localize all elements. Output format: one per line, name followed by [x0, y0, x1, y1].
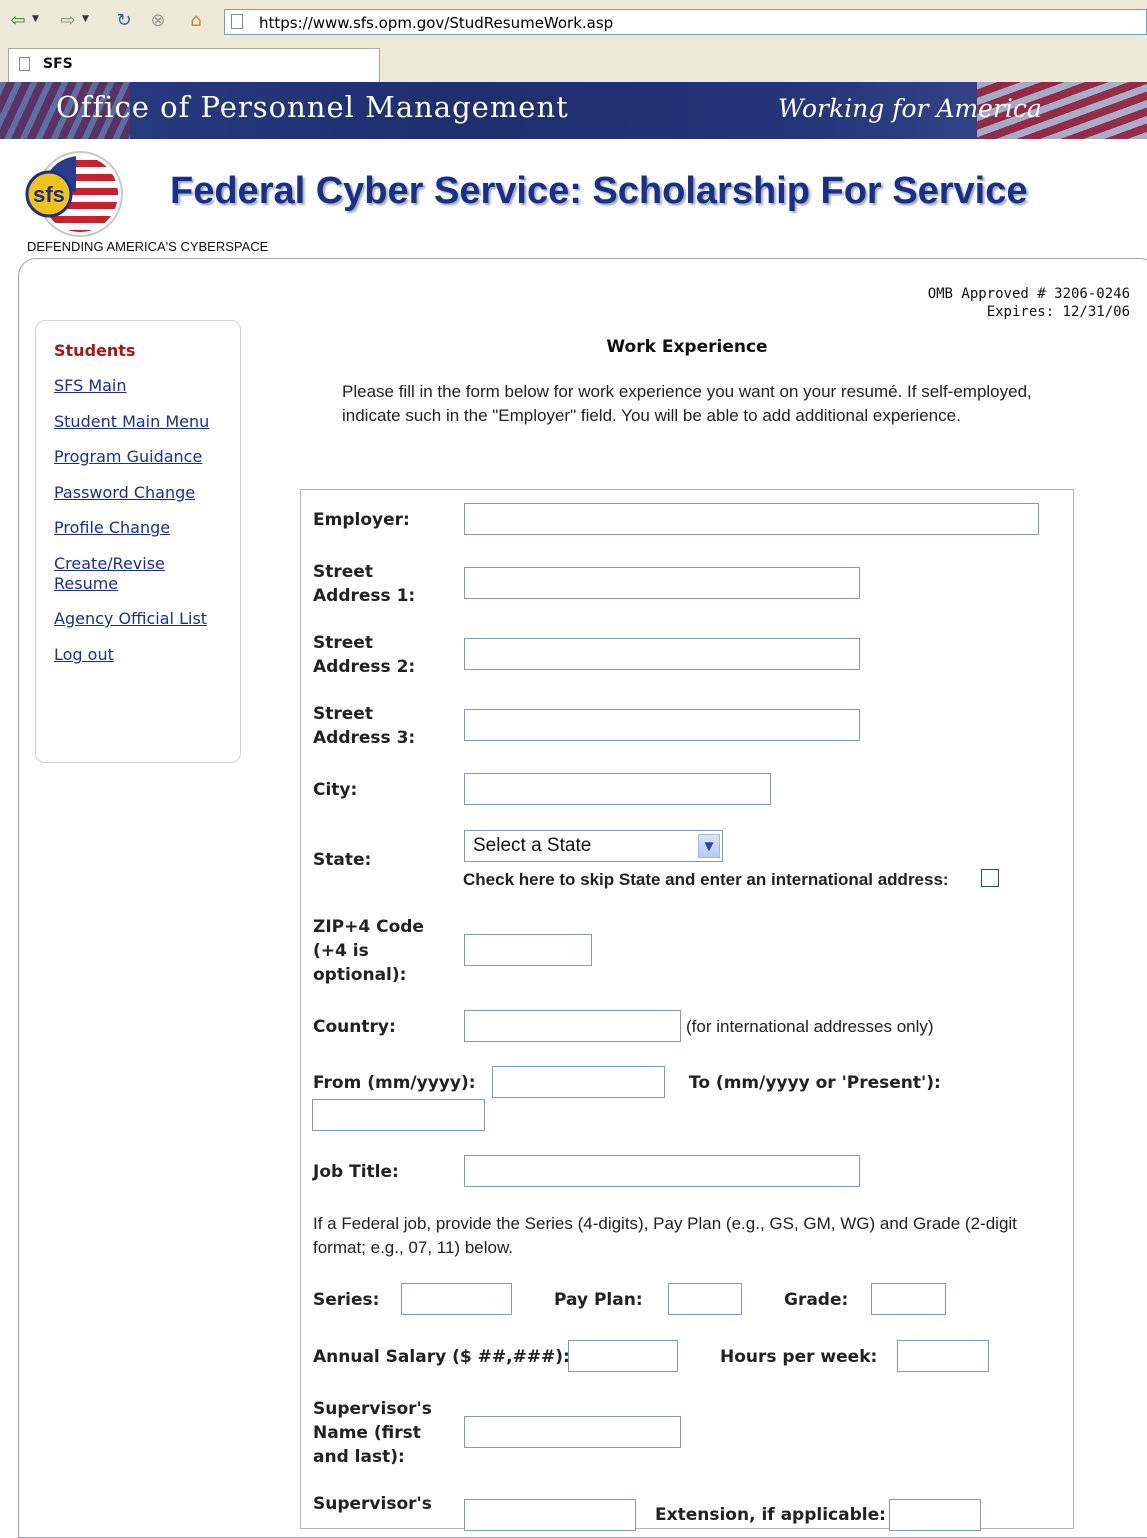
from-date-label: From (mm/yyyy):	[313, 1073, 476, 1093]
sfs-logo[interactable]: sfs	[18, 148, 128, 238]
street-address-3-input[interactable]	[464, 709, 860, 741]
supervisor-phone-input[interactable]	[464, 1499, 636, 1531]
international-check-label: Check here to skip State and enter an in…	[463, 870, 949, 889]
city-label: City:	[313, 780, 358, 800]
state-select[interactable]: Select a State ▼	[464, 830, 723, 862]
country-label: Country:	[313, 1017, 396, 1037]
series-input[interactable]	[401, 1283, 512, 1315]
pay-plan-input[interactable]	[668, 1283, 742, 1315]
address-bar[interactable]: https://www.sfs.opm.gov/StudResumeWork.a…	[224, 9, 1147, 35]
employer-label: Employer:	[313, 510, 410, 530]
from-date-input[interactable]	[492, 1066, 665, 1098]
zip-input[interactable]	[464, 934, 592, 966]
omb-approved: OMB Approved # 3206-0246	[927, 286, 1130, 302]
browser-tab[interactable]: SFS	[8, 48, 380, 82]
tab-title: SFS	[43, 56, 73, 72]
job-title-input[interactable]	[464, 1155, 860, 1187]
sidebar-item-log-out[interactable]: Log out	[54, 645, 234, 665]
state-label: State:	[313, 850, 372, 870]
zip-label: ZIP+4 Code (+4 is optional):	[313, 917, 424, 985]
country-note: (for international addresses only)	[686, 1017, 934, 1036]
home-icon[interactable]: ⌂	[184, 10, 208, 32]
street-address-2-input[interactable]	[464, 638, 860, 670]
sidebar-item-sfs-main[interactable]: SFS Main	[54, 376, 234, 396]
street-address-1-input[interactable]	[464, 567, 860, 599]
opm-banner: Office of Personnel Management Working f…	[0, 82, 1147, 139]
street-address-3-label: Street Address 3:	[313, 704, 416, 748]
sidebar-item-student-main-menu[interactable]: Student Main Menu	[54, 412, 234, 432]
back-dropdown-icon[interactable]: ▼	[32, 14, 39, 24]
page-icon	[231, 14, 243, 29]
extension-label: Extension, if applicable:	[655, 1505, 886, 1525]
country-input[interactable]	[464, 1010, 681, 1042]
hours-per-week-input[interactable]	[897, 1340, 989, 1372]
series-label: Series:	[313, 1290, 380, 1310]
sidebar-item-profile-change[interactable]: Profile Change	[54, 518, 234, 538]
annual-salary-input[interactable]	[568, 1340, 678, 1372]
employer-input[interactable]	[464, 503, 1039, 535]
city-input[interactable]	[464, 773, 771, 805]
extension-input[interactable]	[889, 1499, 981, 1531]
form-title: Work Experience	[606, 337, 768, 357]
omb-expires: Expires: 12/31/06	[986, 304, 1130, 320]
sidebar-nav: Students SFS Main Student Main Menu Prog…	[35, 320, 241, 763]
sidebar-item-password-change[interactable]: Password Change	[54, 483, 234, 503]
state-select-value: Select a State	[473, 835, 592, 856]
hours-per-week-label: Hours per week:	[720, 1347, 878, 1367]
street-address-2-label: Street Address 2:	[313, 633, 416, 677]
grade-input[interactable]	[871, 1283, 946, 1315]
back-arrow-icon[interactable]: ⇦	[6, 10, 30, 32]
sidebar-item-agency-official-list[interactable]: Agency Official List	[54, 609, 234, 629]
chevron-down-icon[interactable]: ▼	[698, 834, 720, 858]
tab-strip: SFS	[0, 44, 1147, 83]
job-title-label: Job Title:	[313, 1162, 399, 1182]
sidebar-item-program-guidance[interactable]: Program Guidance	[54, 447, 234, 467]
federal-job-note: If a Federal job, provide the Series (4-…	[313, 1214, 1017, 1257]
pay-plan-label: Pay Plan:	[554, 1290, 643, 1310]
to-date-label: To (mm/yyyy or 'Present'):	[689, 1073, 941, 1093]
supervisor-phone-label: Supervisor's	[313, 1494, 432, 1514]
forward-arrow-icon[interactable]: ⇨	[56, 10, 80, 32]
browser-toolbar: ⇦ ▼ ⇨ ▼ ↻ ⊗ ⌂ https://www.sfs.opm.gov/St…	[0, 0, 1147, 45]
international-address-checkbox[interactable]	[981, 869, 999, 887]
agency-tagline: Working for America	[778, 94, 1042, 123]
sidebar-item-create-revise-resume[interactable]: Create/Revise Resume	[54, 554, 184, 594]
site-title: Federal Cyber Service: Scholarship For S…	[170, 170, 1028, 212]
supervisor-name-input[interactable]	[464, 1416, 681, 1448]
forward-dropdown-icon[interactable]: ▼	[82, 14, 89, 24]
grade-label: Grade:	[784, 1290, 849, 1310]
omb-notice: OMB Approved # 3206-0246 Expires: 12/31/…	[860, 285, 1130, 321]
page-icon	[19, 57, 30, 71]
to-date-input[interactable]	[312, 1099, 485, 1131]
street-address-1-label: Street Address 1:	[313, 562, 416, 606]
stop-icon[interactable]: ⊗	[146, 10, 170, 32]
logo-text: sfs	[33, 182, 65, 207]
form-intro: Please fill in the form below for work e…	[342, 382, 1032, 425]
supervisor-name-label: Supervisor's Name (first and last):	[313, 1399, 432, 1467]
agency-name[interactable]: Office of Personnel Management	[56, 90, 569, 124]
sidebar-heading: Students	[54, 341, 136, 360]
annual-salary-label: Annual Salary ($ ##,###):	[313, 1347, 570, 1367]
refresh-icon[interactable]: ↻	[112, 10, 136, 32]
url-text: https://www.sfs.opm.gov/StudResumeWork.a…	[259, 14, 614, 32]
site-tagline: DEFENDING AMERICA'S CYBERSPACE	[27, 239, 269, 254]
